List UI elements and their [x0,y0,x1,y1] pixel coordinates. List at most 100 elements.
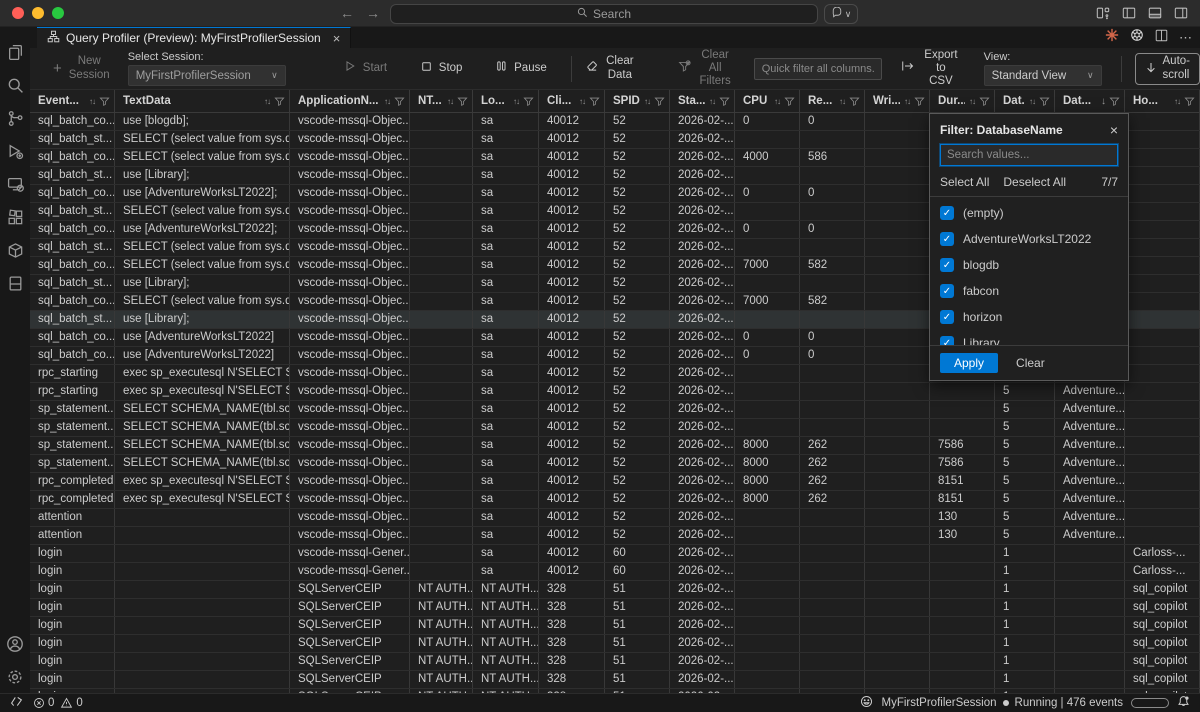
close-icon[interactable]: × [1110,122,1118,138]
session-dropdown[interactable]: MyFirstProfilerSession∨ [128,65,286,86]
filter-value-item[interactable]: ✓(empty) [940,200,1118,226]
toggle-secondary-sidebar-icon[interactable] [1174,6,1188,20]
filter-value-item[interactable]: ✓Library [940,330,1118,345]
table-row[interactable]: attentionvscode-mssql-Objec...sa40012522… [30,527,1200,545]
filter-funnel-icon[interactable] [654,96,665,107]
stop-button[interactable]: Stop [412,61,472,76]
notifications-bell-icon[interactable] [1177,695,1190,711]
settings-gear-icon[interactable] [0,660,30,693]
filter-funnel-icon[interactable] [394,96,405,107]
filter-funnel-icon[interactable] [979,96,990,107]
sort-icon[interactable]: ↑↓ [1174,97,1180,106]
table-row[interactable]: sp_statement...SELECT SCHEMA_NAME(tbl.sc… [30,455,1200,473]
filter-value-item[interactable]: ✓AdventureWorksLT2022 [940,226,1118,252]
source-control-icon[interactable] [0,102,30,135]
filter-funnel-icon[interactable] [784,96,795,107]
auto-scroll-toggle[interactable]: Auto- scroll [1135,53,1200,85]
run-debug-icon[interactable] [0,135,30,168]
accounts-icon[interactable] [0,627,30,660]
sort-icon[interactable]: ↑↓ [89,97,95,106]
column-header-12[interactable]: Dat...↑↓ [995,90,1055,112]
sort-icon[interactable]: ↑↓ [1029,97,1035,106]
table-row[interactable]: sp_statement...SELECT SCHEMA_NAME(tbl.sc… [30,437,1200,455]
explorer-icon[interactable] [0,36,30,69]
table-row[interactable]: sp_statement...SELECT SCHEMA_NAME(tbl.sc… [30,419,1200,437]
minimize-window-button[interactable] [32,7,44,19]
remote-explorer-icon[interactable] [0,168,30,201]
openai-extension-icon[interactable] [1130,28,1144,47]
nav-back-icon[interactable]: ← [340,5,354,21]
sort-icon[interactable]: ↑↓ [969,97,975,106]
clear-data-button[interactable]: Clear Data [577,55,642,81]
table-row[interactable]: loginvscode-mssql-Gener...sa40012602026-… [30,563,1200,581]
sort-icon[interactable]: ↑↓ [644,97,650,106]
select-all-link[interactable]: Select All [940,175,989,189]
column-header-11[interactable]: Dur...↑↓ [930,90,995,112]
checkbox-checked-icon[interactable]: ✓ [940,258,954,272]
filter-funnel-icon[interactable] [589,96,600,107]
table-row[interactable]: loginSQLServerCEIPNT AUTH...NT AUTH...32… [30,635,1200,653]
table-row[interactable]: sp_statement...SELECT SCHEMA_NAME(tbl.sc… [30,401,1200,419]
container-tools-icon[interactable] [0,234,30,267]
close-window-button[interactable] [12,7,24,19]
column-header-13[interactable]: Dat...↓ [1055,90,1125,112]
checkbox-checked-icon[interactable]: ✓ [940,232,954,246]
filter-search-input[interactable] [940,144,1118,166]
checkbox-checked-icon[interactable]: ✓ [940,336,954,345]
filter-funnel-icon[interactable] [849,96,860,107]
filter-funnel-icon[interactable] [1109,96,1120,107]
table-row[interactable]: rpc_completedexec sp_executesql N'SELECT… [30,491,1200,509]
customize-layout-icon[interactable] [1096,6,1110,20]
column-header-6[interactable]: SPID↑↓ [605,90,670,112]
split-editor-icon[interactable] [1155,29,1168,47]
sort-icon[interactable]: ↑↓ [579,97,585,106]
column-header-5[interactable]: Cli...↑↓ [539,90,605,112]
toggle-primary-sidebar-icon[interactable] [1122,6,1136,20]
tab-query-profiler[interactable]: Query Profiler (Preview): MyFirstProfile… [37,27,351,48]
filter-value-item[interactable]: ✓fabcon [940,278,1118,304]
column-header-8[interactable]: CPU↑↓ [735,90,800,112]
checkbox-checked-icon[interactable]: ✓ [940,310,954,324]
table-row[interactable]: loginSQLServerCEIPNT AUTH...NT AUTH...32… [30,653,1200,671]
quick-filter-input[interactable] [754,58,882,80]
column-header-7[interactable]: Sta...↑↓ [670,90,735,112]
checkbox-checked-icon[interactable]: ✓ [940,206,954,220]
remote-indicator-icon[interactable] [10,696,23,710]
table-row[interactable]: rpc_completedexec sp_executesql N'SELECT… [30,473,1200,491]
column-header-3[interactable]: NT...↑↓ [410,90,473,112]
column-header-9[interactable]: Re...↑↓ [800,90,865,112]
sort-icon[interactable]: ↑↓ [447,97,453,106]
start-button[interactable]: Start [335,60,396,76]
filter-funnel-icon[interactable] [1184,96,1195,107]
tab-close-icon[interactable]: × [333,31,341,46]
copilot-menu-button[interactable]: ∨ [824,4,858,24]
filter-funnel-icon[interactable] [99,96,110,107]
table-row[interactable]: loginSQLServerCEIPNT AUTH...NT AUTH...32… [30,617,1200,635]
feedback-smiley-icon[interactable] [860,695,873,711]
clear-button[interactable]: Clear [1016,356,1045,370]
new-session-button[interactable]: + New Session [44,55,119,81]
filter-value-item[interactable]: ✓horizon [940,304,1118,330]
sort-icon[interactable]: ↑↓ [384,97,390,106]
mssql-extension-icon[interactable] [0,267,30,300]
filter-funnel-icon[interactable] [1039,96,1050,107]
command-center-search[interactable]: Search [390,4,818,24]
apply-button[interactable]: Apply [940,353,998,373]
extensions-icon[interactable] [0,201,30,234]
table-row[interactable]: loginSQLServerCEIPNT AUTH...NT AUTH...32… [30,581,1200,599]
table-row[interactable]: loginSQLServerCEIPNT AUTH...NT AUTH...32… [30,599,1200,617]
table-row[interactable]: rpc_startingexec sp_executesql N'SELECT … [30,383,1200,401]
filter-funnel-icon[interactable] [274,96,285,107]
export-csv-button[interactable]: Export to CSV [892,49,968,89]
filter-funnel-icon[interactable] [457,96,468,107]
filter-funnel-icon[interactable] [719,96,730,107]
sort-icon[interactable]: ↑↓ [904,97,910,106]
search-sidebar-icon[interactable] [0,69,30,102]
nav-forward-icon[interactable]: → [366,5,380,21]
filter-funnel-icon[interactable] [523,96,534,107]
column-header-10[interactable]: Wri...↑↓ [865,90,930,112]
sort-icon[interactable]: ↑↓ [774,97,780,106]
checkbox-checked-icon[interactable]: ✓ [940,284,954,298]
profiler-session-status[interactable]: MyFirstProfilerSession Running | 476 eve… [881,697,1123,709]
warnings-indicator[interactable]: 0 [60,697,82,709]
